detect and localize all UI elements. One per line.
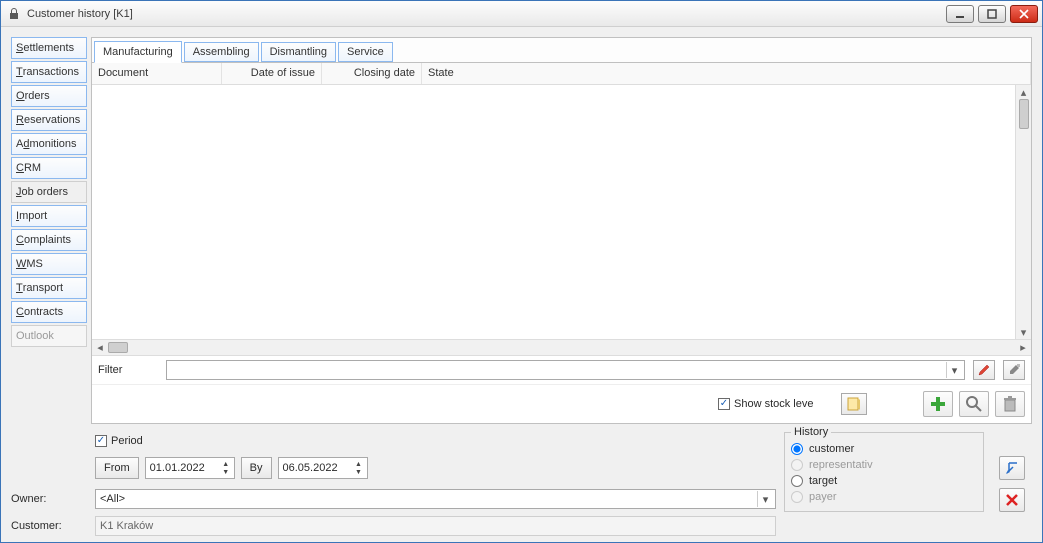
lock-icon: [7, 7, 21, 21]
sidenav-item-import[interactable]: Import: [11, 205, 87, 227]
history-legend: History: [791, 426, 831, 438]
sidenav-item-wms[interactable]: WMS: [11, 253, 87, 275]
window-title: Customer history [K1]: [27, 8, 946, 20]
tabs-row: ManufacturingAssemblingDismantlingServic…: [92, 38, 1031, 62]
tab-dismantling[interactable]: Dismantling: [261, 42, 336, 62]
period-label: Period: [111, 435, 143, 447]
filter-settings-button[interactable]: [1003, 360, 1025, 380]
customer-label: Customer:: [11, 520, 87, 532]
to-date-spinner[interactable]: ▲▼: [353, 460, 365, 476]
from-date-value: 01.01.2022: [150, 462, 205, 474]
to-date-field[interactable]: 06.05.2022 ▲▼: [278, 457, 368, 479]
tab-assembling[interactable]: Assembling: [184, 42, 259, 62]
col-date-of-issue[interactable]: Date of issue: [222, 63, 322, 84]
from-date-field[interactable]: 01.01.2022 ▲▼: [145, 457, 235, 479]
sidenav-item-contracts[interactable]: Contracts: [11, 301, 87, 323]
col-document[interactable]: Document: [92, 63, 222, 84]
sidenav-item-complaints[interactable]: Complaints: [11, 229, 87, 251]
maximize-button[interactable]: [978, 5, 1006, 23]
window-root: Customer history [K1] SettlementsTransac…: [0, 0, 1043, 543]
grid-body[interactable]: ▴ ▾: [92, 85, 1031, 339]
sidenav-item-admonitions[interactable]: Admonitions: [11, 133, 87, 155]
customer-field: K1 Kraków: [95, 516, 776, 536]
sidenav-item-orders[interactable]: Orders: [11, 85, 87, 107]
hscroll-thumb[interactable]: [108, 342, 128, 353]
search-button[interactable]: [959, 391, 989, 417]
sidenav-item-job-orders[interactable]: Job orders: [11, 181, 87, 203]
book-icon-button[interactable]: [841, 393, 867, 415]
footer-side-buttons: [992, 432, 1032, 512]
owner-combo[interactable]: <All> ▾: [95, 489, 776, 509]
delete-button[interactable]: [995, 391, 1025, 417]
filter-label: Filter: [98, 364, 158, 376]
grid-wrap: Document Date of issue Closing date Stat…: [92, 62, 1031, 423]
tab-service[interactable]: Service: [338, 42, 393, 62]
content-area: SettlementsTransactionsOrdersReservation…: [1, 27, 1042, 428]
owner-value: <All>: [100, 493, 125, 505]
show-stock-label: Show stock leve: [734, 398, 813, 410]
history-opt-representative: representativ: [791, 457, 977, 473]
scroll-down-icon[interactable]: ▾: [1017, 325, 1031, 339]
side-nav: SettlementsTransactionsOrdersReservation…: [11, 37, 87, 424]
chevron-down-icon[interactable]: ▾: [946, 362, 962, 378]
owner-label: Owner:: [11, 493, 87, 505]
sidenav-item-settlements[interactable]: Settlements: [11, 37, 87, 59]
filter-edit-button[interactable]: [973, 360, 995, 380]
sidenav-item-crm[interactable]: CRM: [11, 157, 87, 179]
cancel-button[interactable]: [999, 488, 1025, 512]
to-date-value: 06.05.2022: [283, 462, 338, 474]
sidenav-item-reservations[interactable]: Reservations: [11, 109, 87, 131]
sidenav-item-transport[interactable]: Transport: [11, 277, 87, 299]
filter-combo[interactable]: ▾: [166, 360, 965, 380]
history-opt-payer: payer: [791, 489, 977, 505]
horizontal-scrollbar[interactable]: ◂ ▸: [92, 339, 1031, 355]
minimize-button[interactable]: [946, 5, 974, 23]
chevron-down-icon[interactable]: ▾: [757, 491, 773, 507]
from-button[interactable]: From: [95, 457, 139, 479]
sidenav-item-outlook: Outlook: [11, 325, 87, 347]
col-state[interactable]: State: [422, 63, 1031, 84]
period-box: Period: [95, 435, 776, 447]
titlebar: Customer history [K1]: [1, 1, 1042, 27]
customer-value: K1 Kraków: [100, 520, 153, 532]
scroll-left-icon[interactable]: ◂: [92, 341, 108, 354]
main-pane: ManufacturingAssemblingDismantlingServic…: [91, 37, 1032, 424]
expand-button[interactable]: [999, 456, 1025, 480]
show-stock-checkbox[interactable]: [718, 398, 730, 410]
footer: Period History customer representativ ta…: [1, 428, 1042, 542]
period-checkbox[interactable]: [95, 435, 107, 447]
period-dates: From 01.01.2022 ▲▼ By 06.05.2022 ▲▼: [95, 457, 776, 479]
from-date-spinner[interactable]: ▲▼: [220, 460, 232, 476]
history-opt-customer[interactable]: customer: [791, 441, 977, 457]
tab-manufacturing[interactable]: Manufacturing: [94, 41, 182, 63]
col-closing-date[interactable]: Closing date: [322, 63, 422, 84]
tools-row: Show stock leve: [92, 384, 1031, 423]
vertical-scrollbar[interactable]: ▴ ▾: [1015, 85, 1031, 339]
history-group: History customer representativ target pa…: [784, 432, 984, 512]
scroll-up-icon[interactable]: ▴: [1017, 85, 1031, 99]
scroll-right-icon[interactable]: ▸: [1015, 341, 1031, 354]
sidenav-item-transactions[interactable]: Transactions: [11, 61, 87, 83]
by-button[interactable]: By: [241, 457, 272, 479]
history-opt-target[interactable]: target: [791, 473, 977, 489]
grid-header: Document Date of issue Closing date Stat…: [92, 63, 1031, 85]
vscroll-thumb[interactable]: [1019, 99, 1029, 129]
close-button[interactable]: [1010, 5, 1038, 23]
filter-row: Filter ▾: [92, 355, 1031, 384]
add-button[interactable]: [923, 391, 953, 417]
